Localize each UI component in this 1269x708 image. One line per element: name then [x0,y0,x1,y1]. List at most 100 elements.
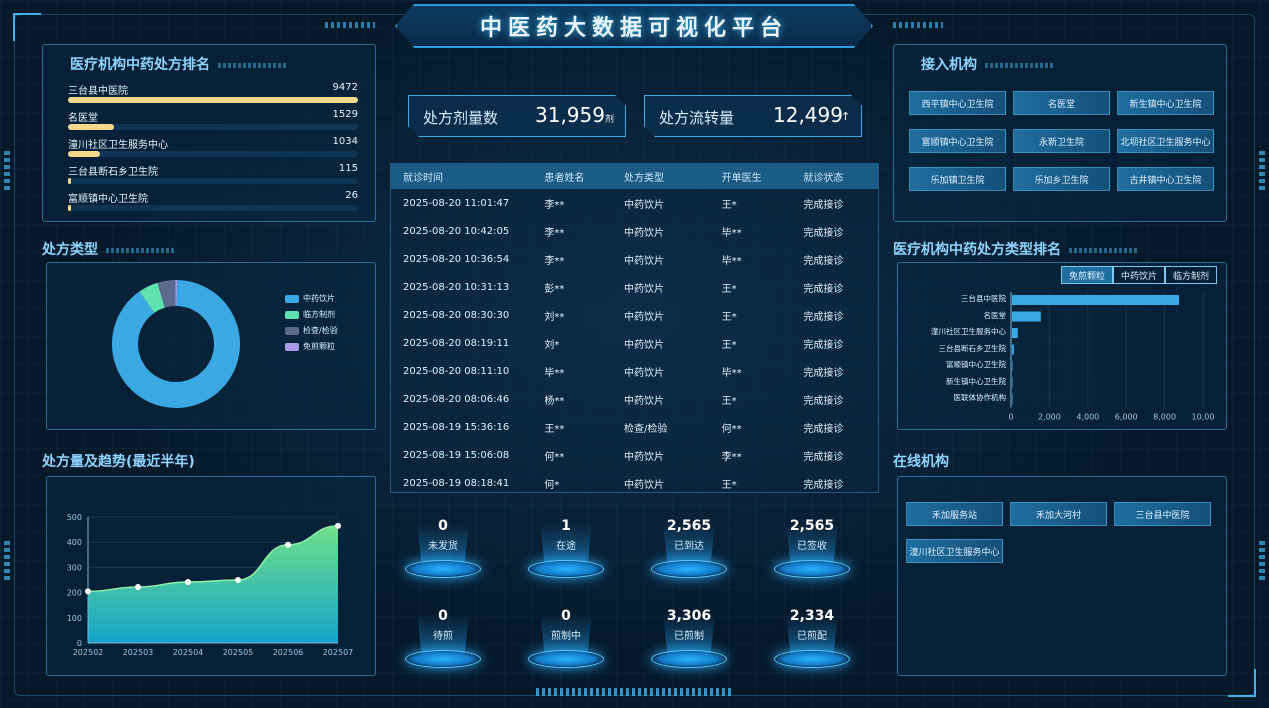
pedestal-disc [405,560,481,578]
logistics-count: 2,565 [666,518,712,534]
pedestal-disc [405,650,481,668]
table-cell: 李** [721,451,742,463]
rx-type-title: 处方类型 [42,239,176,259]
pedestal-disc [528,560,604,578]
ranking-title: 医疗机构中药处方排名 [70,54,288,74]
hbar-bar [1012,311,1041,322]
trend-ytick: 400 [67,538,82,547]
table-cell: 中药饮片 [624,283,665,295]
logistics-item: 1 在途 [520,518,612,578]
ranking-item-track [68,151,358,157]
table-cell: 2025-08-20 08:11:10 [403,365,510,377]
access-institution-tag[interactable]: 名医堂 [1013,91,1110,115]
logistics-label: 已签收 [797,541,827,552]
table-cell: 完成接诊 [803,479,844,491]
access-institution-tag[interactable]: 西平镇中心卫生院 [909,91,1006,115]
table-cell: 中药饮片 [624,311,665,323]
hbar-label: 名医堂 [983,310,1007,320]
trend-ytick: 200 [67,589,82,598]
table-row[interactable]: 2025-08-19 15:06:08 何** 中药饮片 李** 完成接诊 [391,441,878,469]
table-row[interactable]: 2025-08-20 08:06:46 杨** 中药饮片 王* 完成接诊 [391,385,878,413]
access-institution-tag[interactable]: 乐加乡卫生院 [1013,167,1110,191]
table-cell: 2025-08-19 15:06:08 [403,449,510,461]
access-institution-tag[interactable]: 北坝社区卫生服务中心 [1117,129,1214,153]
table-row[interactable]: 2025-08-20 08:30:30 刘** 中药饮片 王* 完成接诊 [391,301,878,329]
hbar-xtick: 10,00 [1192,413,1215,422]
ranking-item-value: 26 [345,190,358,201]
ranking-item-value: 1034 [332,136,358,147]
table-cell: 毕** [721,367,742,379]
ranking-item-name: 名医堂 [68,113,98,124]
table-cell: 完成接诊 [803,227,844,239]
table-cell: 毕** [721,227,742,239]
table-row[interactable]: 2025-08-20 08:19:11 刘* 中药饮片 王* 完成接诊 [391,329,878,357]
table-cell: 2025-08-19 15:36:16 [403,421,510,433]
logistics-label: 在途 [556,541,576,552]
type-tab[interactable]: 免煎颗粒 [1061,266,1113,284]
trend-point [85,588,91,595]
legend-label: 中药饮片 [303,294,335,303]
table-cell: 王* [721,283,737,295]
table-row[interactable]: 2025-08-20 10:31:13 彭** 中药饮片 王* 完成接诊 [391,273,878,301]
table-cell: 杨** [544,395,565,407]
legend-label: 检查/检验 [303,326,338,335]
hbar-xtick: 8,000 [1153,413,1176,422]
hbar-xtick: 2,000 [1038,413,1061,422]
access-title: 接入机构 [921,54,1055,74]
ranking-item-track [68,178,358,184]
table-header-cell: 开单医生 [721,173,762,184]
type-tab[interactable]: 临方制剂 [1165,266,1217,284]
table-cell: 完成接诊 [803,311,844,323]
legend-swatch [285,294,299,303]
trend-xtick: 202506 [273,648,304,657]
trend-xtick: 202505 [223,648,254,657]
table-row[interactable]: 2025-08-20 11:01:47 李** 中药饮片 王* 完成接诊 [391,189,878,217]
legend-label: 免煎颗粒 [303,342,335,351]
table-row[interactable]: 2025-08-19 15:36:16 王** 检查/检验 何** 完成接诊 [391,413,878,441]
online-institution-tag[interactable]: 禾加服务站 [906,502,1003,526]
trend-point [335,522,341,529]
flow-arrow-icon: ↑ [841,110,851,123]
logistics-count: 0 [438,518,448,534]
logistics-label: 未发货 [428,541,458,552]
legend-item[interactable]: 临方制剂 [285,309,335,320]
access-institution-tag[interactable]: 新生镇中心卫生院 [1117,91,1214,115]
table-body[interactable]: 2025-08-20 11:01:47 李** 中药饮片 王* 完成接诊 2025-08-… [391,189,878,497]
table-cell: 王* [721,479,737,491]
access-institution-tag[interactable]: 富顺镇中心卫生院 [909,129,1006,153]
pedestal-disc [774,650,850,668]
trend-point [285,541,291,548]
ranking-item-track [68,124,358,130]
logistics-count: 2,565 [789,518,835,534]
access-institution-tag[interactable]: 乐加镇卫生院 [909,167,1006,191]
type-tab[interactable]: 中药饮片 [1113,266,1165,284]
flow-stat: 处方流转量 12,499 ↑ [644,95,862,137]
legend-item[interactable]: 免煎颗粒 [285,341,335,352]
table-cell: 中药饮片 [624,479,665,491]
online-institution-tag[interactable]: 禾加大河村 [1010,502,1107,526]
page-title-banner: 中医药大数据可视化平台 [395,4,873,48]
dose-stat: 处方剂量数 31,959 剂 [408,95,626,137]
logistics-item: 0 煎制中 [520,608,612,668]
table-row[interactable]: 2025-08-20 10:42:05 李** 中药饮片 毕** 完成接诊 [391,217,878,245]
logistics-label: 已煎配 [797,631,827,642]
table-cell: 刘** [544,311,565,323]
online-institution-tag[interactable]: 潼川社区卫生服务中心 [906,539,1003,563]
table-row[interactable]: 2025-08-20 10:36:54 李** 中药饮片 毕** 完成接诊 [391,245,878,273]
table-row[interactable]: 2025-08-20 08:11:10 毕** 中药饮片 毕** 完成接诊 [391,357,878,385]
legend-item[interactable]: 中药饮片 [285,293,335,304]
logistics-label: 已煎制 [674,631,704,642]
hbar-label: 新生镇中心卫生院 [946,376,1006,386]
access-institution-tag[interactable]: 古井镇中心卫生院 [1117,167,1214,191]
legend-item[interactable]: 检查/检验 [285,325,338,336]
hbar-bar [1012,344,1014,355]
table-row[interactable]: 2025-08-19 08:18:41 何* 中药饮片 王* 完成接诊 [391,469,878,497]
access-institution-tag[interactable]: 永新卫生院 [1013,129,1110,153]
online-institution-tag[interactable]: 三台县中医院 [1114,502,1211,526]
table-cell: 中药饮片 [624,227,665,239]
legend-swatch [285,342,299,351]
left-edge-deco-2 [4,540,10,580]
table-cell: 中药饮片 [624,199,665,211]
logistics-label: 待煎 [433,631,453,642]
legend-swatch [285,310,299,319]
